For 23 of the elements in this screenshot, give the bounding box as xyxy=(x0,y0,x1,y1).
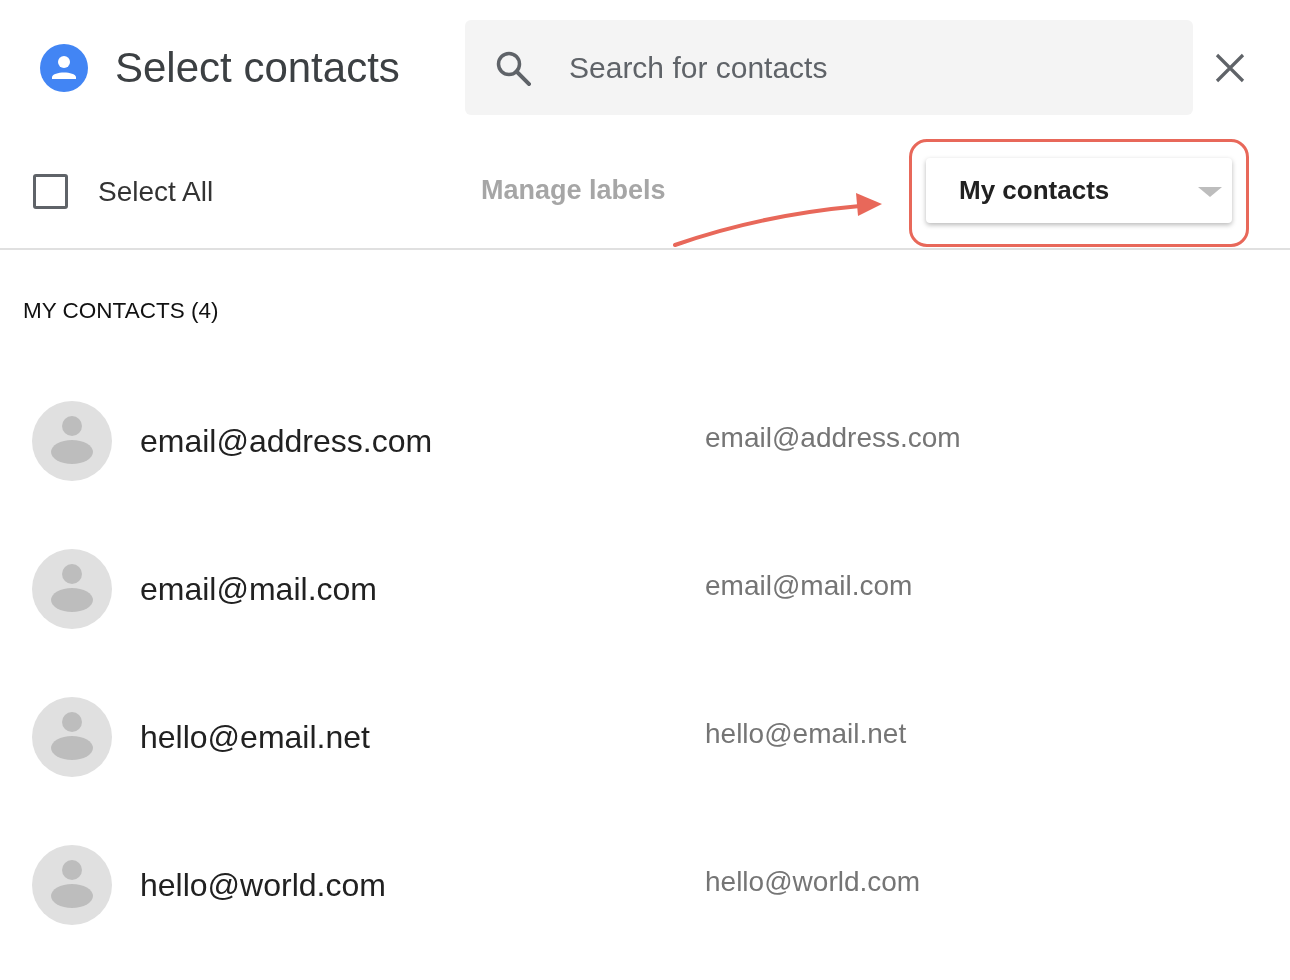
avatar-icon xyxy=(32,845,112,925)
contact-email: hello@world.com xyxy=(705,866,921,898)
section-heading: MY CONTACTS (4) xyxy=(23,298,219,324)
avatar-icon xyxy=(32,401,112,481)
select-all-label: Select All xyxy=(98,175,214,208)
avatar-icon xyxy=(32,549,112,629)
contacts-dropdown[interactable]: My contacts xyxy=(926,157,1232,223)
dialog-title: Select contacts xyxy=(115,43,401,92)
contact-email: hello@email.net xyxy=(705,718,907,750)
contact-name: hello@email.net xyxy=(140,718,371,756)
avatar-icon xyxy=(32,697,112,777)
contact-email: email@address.com xyxy=(705,422,961,454)
contact-email: email@mail.com xyxy=(705,570,913,602)
account-icon xyxy=(40,43,88,92)
contact-name: email@mail.com xyxy=(140,570,378,608)
caret-icon xyxy=(1198,187,1222,197)
contact-name: hello@world.com xyxy=(140,866,387,904)
select-all-checkbox[interactable] xyxy=(33,174,68,209)
close-icon xyxy=(1215,52,1245,83)
contact-name: email@address.com xyxy=(140,422,434,460)
search-field[interactable]: Search for contacts xyxy=(465,20,1193,115)
search-icon xyxy=(495,50,531,86)
close-button[interactable] xyxy=(1215,52,1245,83)
